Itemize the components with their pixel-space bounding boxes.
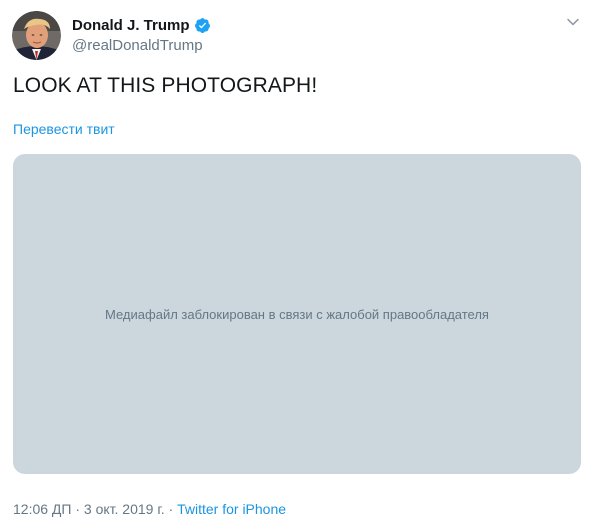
tweet-text: LOOK AT THIS PHOTOGRAPH! (13, 74, 318, 97)
tweet-source-link[interactable]: Twitter for iPhone (177, 501, 286, 517)
verified-badge-icon (194, 17, 211, 34)
avatar[interactable] (12, 11, 61, 60)
chevron-down-icon[interactable] (566, 15, 580, 29)
footer-separator: · (164, 501, 178, 517)
tweet-footer: 12:06 ДП · 3 окт. 2019 г. · Twitter for … (13, 501, 286, 517)
display-name[interactable]: Donald J. Trump (72, 17, 190, 34)
tweet-date[interactable]: 3 окт. 2019 г. (84, 501, 165, 517)
tweet-card: Donald J. Trump @realDonaldTrump LOOK AT… (0, 0, 594, 530)
avatar-image (12, 11, 61, 60)
translate-tweet-link[interactable]: Перевести твит (13, 121, 115, 137)
user-names: Donald J. Trump @realDonaldTrump (72, 14, 211, 54)
media-placeholder: Медиафайл заблокирован в связи с жалобой… (13, 154, 581, 474)
footer-separator: · (71, 501, 84, 517)
media-blocked-message: Медиафайл заблокирован в связи с жалобой… (105, 306, 489, 322)
tweet-time[interactable]: 12:06 ДП (13, 501, 71, 517)
display-name-row: Donald J. Trump (72, 14, 211, 36)
tweet-header: Donald J. Trump @realDonaldTrump (12, 11, 582, 63)
user-handle[interactable]: @realDonaldTrump (72, 37, 211, 54)
